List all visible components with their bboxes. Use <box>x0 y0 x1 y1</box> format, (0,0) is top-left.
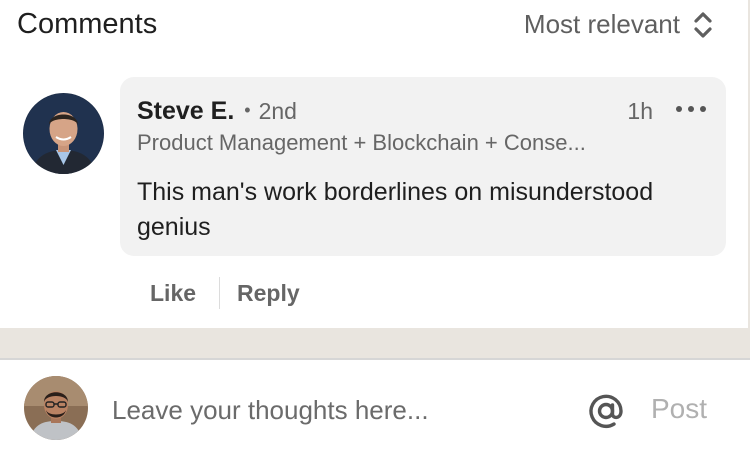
composer-top-border <box>0 358 750 360</box>
reply-button[interactable]: Reply <box>237 280 300 307</box>
comment-actions: Like Reply <box>150 277 300 309</box>
post-button[interactable]: Post <box>651 393 707 425</box>
like-button[interactable]: Like <box>150 280 196 307</box>
sort-label: Most relevant <box>523 9 680 39</box>
comments-title: Comments <box>17 8 158 40</box>
commenter-avatar[interactable] <box>23 93 104 174</box>
author-name[interactable]: Steve E. <box>137 97 234 126</box>
comment-time: 1h <box>627 98 653 124</box>
sort-dropdown[interactable]: Most relevant <box>524 9 714 40</box>
comment-bubble: Steve E. • 2nd 1h Product Management + B… <box>120 77 726 256</box>
dot <box>700 106 706 112</box>
comments-header: Comments Most relevant <box>0 0 750 58</box>
current-user-avatar[interactable] <box>24 376 88 440</box>
section-divider-band <box>0 328 750 358</box>
separator-dot: • <box>244 100 251 120</box>
author-line: Steve E. • 2nd <box>137 97 297 126</box>
action-divider <box>219 277 221 309</box>
author-headline: Product Management + Blockchain + Conse.… <box>137 130 586 155</box>
dot <box>676 106 682 112</box>
at-sign-icon[interactable] <box>585 390 627 432</box>
chevron-up-down-icon <box>694 11 712 38</box>
dot <box>688 106 694 112</box>
comment-text: This man's work borderlines on misunders… <box>137 178 654 241</box>
connection-degree: 2nd <box>258 98 297 124</box>
more-dots-icon[interactable] <box>676 101 706 117</box>
comment-input[interactable] <box>112 389 552 431</box>
